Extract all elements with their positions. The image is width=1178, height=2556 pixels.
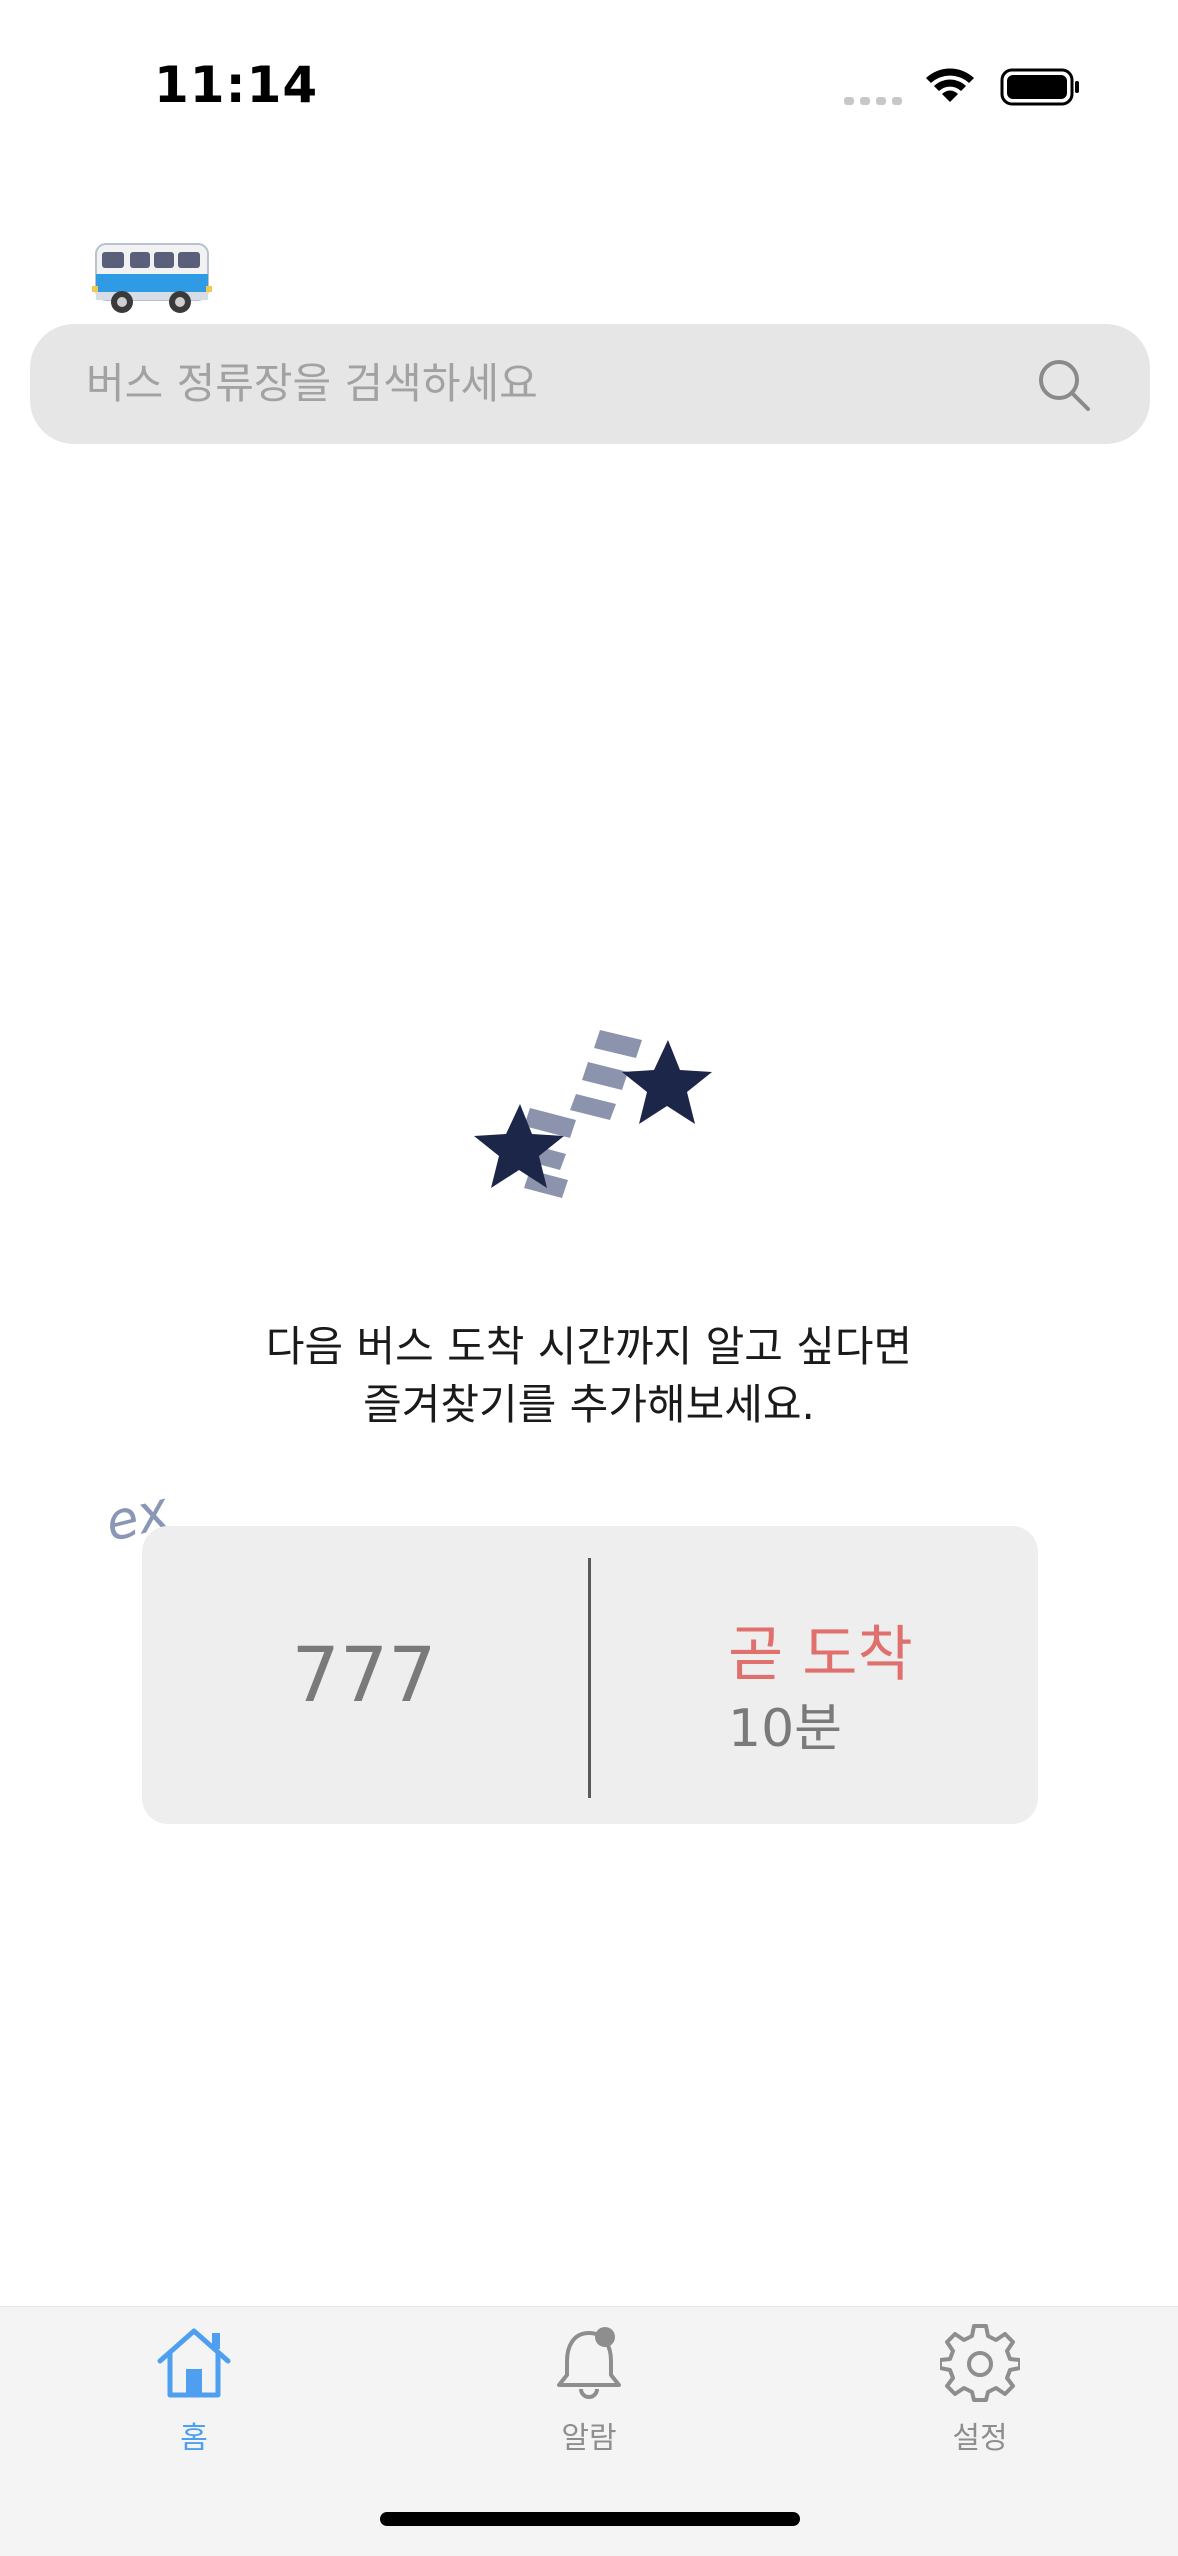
bus-logo-icon bbox=[92, 243, 212, 313]
status-icons bbox=[844, 68, 1079, 106]
search-bar[interactable]: 버스 정류장을 검색하세요 bbox=[30, 324, 1150, 444]
battery-icon bbox=[1000, 68, 1079, 106]
home-indicator[interactable] bbox=[380, 2512, 800, 2526]
arrival-time: 10분 bbox=[728, 1699, 843, 1759]
tab-alarm[interactable]: 알람 bbox=[489, 2307, 689, 2477]
home-icon bbox=[157, 2328, 231, 2398]
wifi-icon bbox=[926, 68, 974, 102]
gear-icon bbox=[940, 2324, 1020, 2402]
empty-message-line-1: 다음 버스 도착 시간까지 알고 싶다면 bbox=[265, 1322, 913, 1371]
cellular-signal-icon bbox=[844, 97, 902, 105]
home-screen: 11:14 버스 정류장을 검색하세요 다음 버스 도착 시간까지 알고 싶다면… bbox=[0, 0, 1178, 2556]
bell-icon bbox=[557, 2327, 621, 2399]
empty-favorites-message: 다음 버스 도착 시간까지 알고 싶다면 즐겨찾기를 추가해보세요. bbox=[0, 1318, 1178, 1434]
search-icon[interactable] bbox=[1036, 357, 1092, 413]
search-input[interactable]: 버스 정류장을 검색하세요 bbox=[86, 324, 538, 444]
tab-home[interactable]: 홈 bbox=[94, 2307, 294, 2477]
empty-message-line-2: 즐겨찾기를 추가해보세요. bbox=[363, 1380, 815, 1429]
status-time: 11:14 bbox=[154, 56, 319, 114]
tab-settings[interactable]: 설정 bbox=[880, 2307, 1080, 2477]
example-favorite-card: 777 곧 도착 10분 bbox=[142, 1526, 1038, 1824]
tab-settings-label: 설정 bbox=[952, 2421, 1008, 2456]
tab-home-label: 홈 bbox=[180, 2421, 208, 2456]
bus-route-number: 777 bbox=[291, 1630, 437, 1719]
arrival-status: 곧 도착 bbox=[728, 1620, 913, 1690]
tab-alarm-label: 알람 bbox=[561, 2421, 617, 2456]
shooting-stars-icon bbox=[474, 1030, 712, 1198]
card-divider bbox=[588, 1558, 591, 1798]
